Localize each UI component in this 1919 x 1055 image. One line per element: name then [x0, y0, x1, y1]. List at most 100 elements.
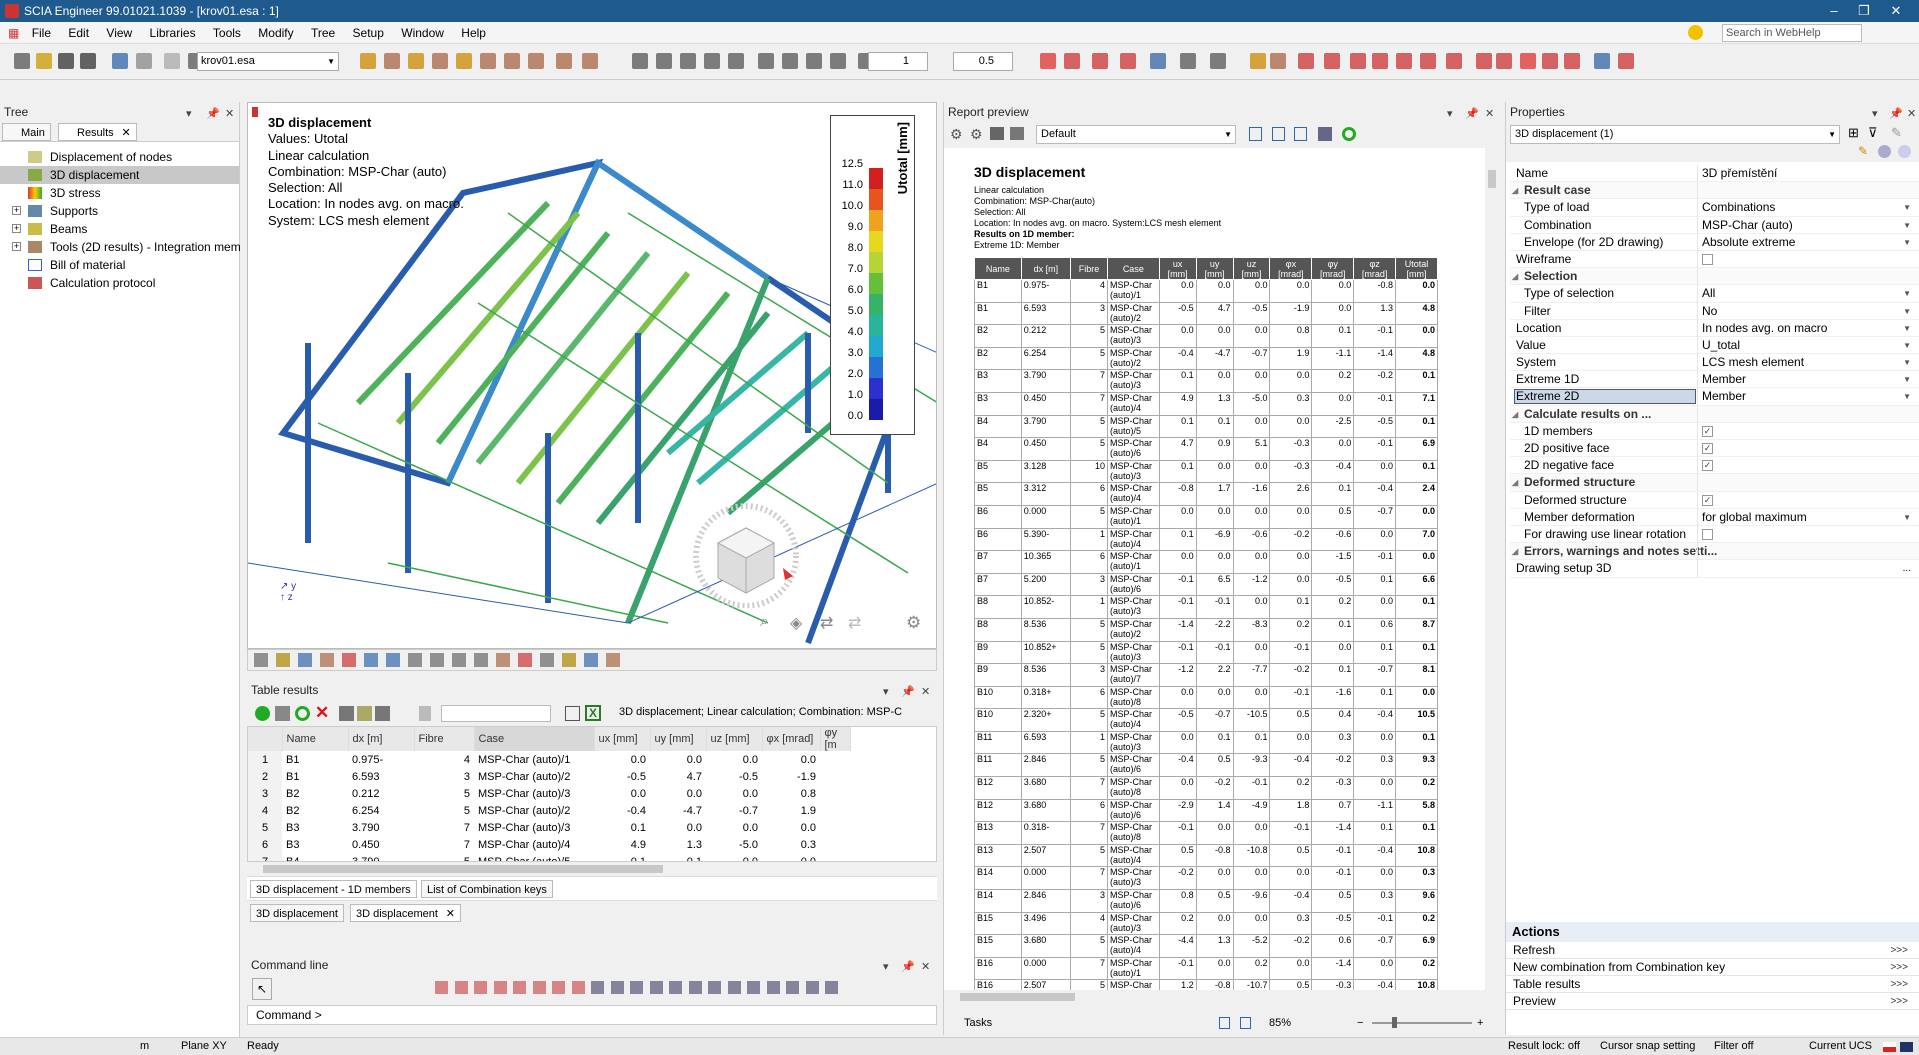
checkbox[interactable]: ✓ — [1702, 494, 1713, 506]
chevron-down-icon[interactable]: ▼ — [1903, 371, 1911, 388]
table-row[interactable]: 1 B1 0.975- 4 MSP-Char (auto)/1 0.0 0.0 0.0 0.0 — [248, 751, 850, 768]
expand-icon[interactable]: + — [12, 242, 21, 251]
toolbar-tool-icon[interactable] — [1618, 53, 1634, 69]
property-row[interactable]: 1D members ✓ — [1510, 422, 1919, 440]
tab-3d-displacement-1d-members[interactable]: 3D displacement - 1D members — [250, 880, 417, 898]
chevron-down-icon[interactable]: ▼ — [1903, 217, 1911, 234]
property-value[interactable]: No — [1702, 303, 1717, 320]
property-row[interactable]: 2D positive face ✓ — [1510, 440, 1919, 458]
chevron-down-icon[interactable]: ▼ — [1903, 509, 1911, 526]
chevron-down-icon[interactable]: ▼ — [1903, 303, 1911, 320]
select-cursor-icon[interactable]: ↖ — [252, 978, 272, 1000]
toolbar-tool-icon[interactable] — [36, 53, 52, 69]
report-vertical-scrollbar[interactable] — [1485, 148, 1499, 990]
view-tool-icon[interactable] — [518, 653, 532, 667]
zoom-in-button[interactable]: + — [1477, 1013, 1483, 1033]
column-header[interactable]: dx [m] — [348, 727, 415, 751]
toolbar-tool-icon[interactable] — [1476, 53, 1492, 69]
page-layout-icon[interactable] — [1240, 1017, 1251, 1029]
tree-item-3d-stress[interactable]: 3D stress — [0, 184, 239, 202]
property-value[interactable]: Combinations — [1702, 199, 1775, 216]
view-tool-icon[interactable] — [452, 653, 466, 667]
property-row[interactable]: Envelope (for 2D drawing) Absolute extrem… — [1510, 233, 1919, 251]
toolbar-tool-icon[interactable] — [1496, 53, 1512, 69]
table-row[interactable]: 5 B3 3.790 7 MSP-Char (auto)/3 0.1 0.0 0.0 0.0 — [248, 819, 850, 836]
action-run-button[interactable]: >>> — [1890, 942, 1908, 959]
snap-tool-icon[interactable] — [766, 981, 780, 994]
status-cursor-snap[interactable]: Cursor snap setting — [1600, 1038, 1695, 1055]
layout-icon[interactable] — [1272, 127, 1285, 141]
toolbar-tool-icon[interactable] — [456, 53, 472, 69]
toolbar-tool-icon[interactable] — [1092, 53, 1108, 69]
toolbar-tool-icon[interactable] — [360, 53, 376, 69]
snap-tool-icon[interactable] — [669, 981, 682, 994]
property-row[interactable]: Location In nodes avg. on macro ▼ — [1510, 319, 1919, 337]
menu-file[interactable]: File — [25, 22, 58, 44]
collapse-icon[interactable]: ◢ — [1512, 543, 1518, 560]
table-icon[interactable] — [339, 706, 354, 721]
property-row[interactable]: Extreme 1D Member ▼ — [1510, 371, 1919, 389]
snap-tool-icon[interactable] — [571, 981, 585, 994]
column-header[interactable]: Name — [282, 727, 349, 751]
chevron-down-icon[interactable]: ▼ — [1903, 285, 1911, 302]
property-value[interactable]: Absolute extreme — [1702, 234, 1795, 251]
action-item[interactable]: New combination from Combination key >>> — [1506, 959, 1919, 976]
collapse-icon[interactable]: ◢ — [1512, 406, 1518, 423]
property-row[interactable]: For drawing use linear rotation — [1510, 525, 1919, 544]
chevron-down-icon[interactable]: ▼ — [1903, 234, 1911, 251]
command-input[interactable]: Command > — [247, 1005, 937, 1025]
view-tool-icon[interactable] — [606, 653, 620, 667]
chevron-down-icon[interactable]: ▼ — [1903, 337, 1911, 354]
property-value[interactable]: for global maximum — [1702, 509, 1807, 526]
menu-view[interactable]: View — [99, 22, 139, 44]
property-row[interactable]: 2D negative face ✓ — [1510, 457, 1919, 475]
snap-tool-icon[interactable] — [708, 981, 721, 994]
view-cube[interactable] — [688, 498, 803, 609]
properties-object-combo[interactable]: 3D displacement (1) ▼ — [1510, 125, 1840, 144]
tree-item-3d-displacement[interactable]: 3D displacement — [0, 166, 239, 184]
close-icon[interactable]: ✕ — [921, 682, 930, 702]
close-icon[interactable]: ✕ — [225, 104, 234, 124]
zoom-out-button[interactable]: − — [1357, 1013, 1363, 1033]
table-icon[interactable] — [1318, 127, 1332, 141]
toolbar-tool-icon[interactable] — [782, 53, 798, 69]
filter-icon[interactable]: ⊽ — [1868, 125, 1878, 141]
tree-item-supports[interactable]: + Supports — [0, 202, 239, 220]
property-value[interactable]: LCS mesh element — [1702, 354, 1804, 371]
toolbar-tool-icon[interactable] — [1520, 53, 1536, 69]
chevron-down-icon[interactable]: ▼ — [1903, 354, 1911, 371]
report-style-combo[interactable]: Default ▼ — [1036, 125, 1236, 144]
menu-edit[interactable]: Edit — [61, 22, 96, 44]
table-icon[interactable] — [375, 706, 390, 721]
checkbox[interactable]: ✓ — [1702, 425, 1713, 437]
smiley-icon[interactable] — [1688, 25, 1703, 40]
property-row[interactable]: Extreme 2D Member ▼ — [1510, 388, 1919, 406]
property-value[interactable]: MSP-Char (auto) — [1702, 217, 1793, 234]
column-header[interactable]: uz [mm] — [706, 727, 763, 751]
view-tool-icon[interactable] — [342, 653, 356, 667]
view-tool-icon[interactable] — [430, 653, 444, 667]
scale-input[interactable]: 0.5 — [953, 52, 1013, 71]
toolbar-tool-icon[interactable] — [1040, 53, 1056, 69]
zoom-slider-thumb[interactable] — [1392, 1017, 1397, 1028]
property-row[interactable]: Combination MSP-Char (auto) ▼ — [1510, 216, 1919, 234]
status-current-ucs[interactable]: Current UCS — [1809, 1038, 1872, 1055]
grid-icon[interactable] — [275, 706, 290, 721]
view-tool-icon[interactable] — [298, 653, 312, 667]
snap-tool-icon[interactable] — [591, 981, 604, 994]
toolbar-tool-icon[interactable] — [432, 53, 448, 69]
layout-icon[interactable] — [1294, 127, 1307, 141]
toolbar-tool-icon[interactable] — [504, 53, 520, 69]
snap-tool-icon[interactable] — [688, 981, 702, 994]
toolbar-tool-icon[interactable] — [680, 53, 696, 69]
toolbar-tool-icon[interactable] — [1120, 53, 1136, 69]
toolbar-tool-icon[interactable] — [1372, 53, 1388, 69]
project-combo[interactable]: krov01.esa ▼ — [197, 52, 339, 71]
snap-tool-icon[interactable] — [825, 981, 838, 994]
property-row[interactable]: System LCS mesh element ▼ — [1510, 354, 1919, 372]
table-row[interactable]: 2 B1 6.593 3 MSP-Char (auto)/2 -0.5 4.7 -0.5 -1.… — [248, 768, 850, 785]
checkbox[interactable]: ✓ — [1702, 460, 1713, 472]
edit-icon[interactable]: ✎ — [1891, 125, 1902, 141]
toolbar-tool-icon[interactable] — [1564, 53, 1580, 69]
snap-tool-icon[interactable] — [435, 981, 448, 994]
